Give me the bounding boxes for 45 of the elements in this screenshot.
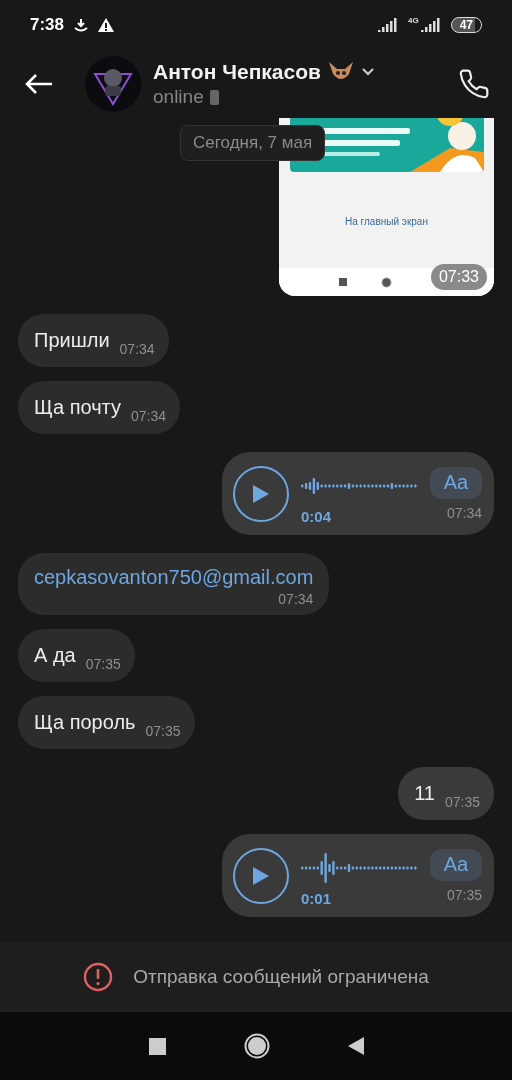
message-time: 07:35 xyxy=(446,886,482,903)
warning-icon xyxy=(98,18,115,32)
message-text: Пришли xyxy=(34,329,110,352)
message-time: 07:35 xyxy=(145,723,181,739)
message-text: 11 xyxy=(414,782,435,805)
status-time: 7:38 xyxy=(30,15,65,35)
play-icon xyxy=(252,865,270,886)
avatar[interactable] xyxy=(85,56,141,112)
chevron-down-icon[interactable] xyxy=(360,67,375,77)
message-text: А да xyxy=(34,644,76,667)
battery-level: 47 xyxy=(450,17,482,33)
alert-icon xyxy=(83,962,114,992)
back-icon[interactable] xyxy=(347,1037,364,1055)
signal-icon xyxy=(377,18,398,32)
online-status: online xyxy=(153,86,204,108)
message-time: 07:33 xyxy=(430,264,487,290)
transcribe-button[interactable]: Aa xyxy=(430,848,482,881)
message-time: 07:34 xyxy=(131,408,167,424)
recents-icon[interactable] xyxy=(148,1037,166,1055)
transcribe-button[interactable]: Aa xyxy=(430,466,482,499)
home-screen-link[interactable]: На главный экран xyxy=(345,216,428,227)
phone-device-icon xyxy=(209,89,219,105)
circle-icon xyxy=(381,276,392,288)
network-label: 4G xyxy=(407,17,419,25)
play-button[interactable] xyxy=(233,847,289,904)
voice-duration: 0:04 xyxy=(301,508,333,525)
square-icon xyxy=(339,278,347,286)
signal-icon xyxy=(420,18,441,32)
message-time: 07:34 xyxy=(446,504,482,521)
contact-name: Антон Чепкасов xyxy=(153,60,321,84)
message-time: 07:34 xyxy=(119,341,155,357)
message-time: 07:34 xyxy=(278,591,314,607)
message-time: 07:35 xyxy=(85,656,121,672)
restriction-notice: Отправка сообщений ограничена xyxy=(133,966,429,988)
back-icon[interactable] xyxy=(25,73,53,95)
call-icon[interactable] xyxy=(458,68,490,100)
message-text: Ща пороль xyxy=(34,711,136,734)
email-link[interactable]: cepkasovanton750@gmail.com xyxy=(34,566,314,589)
home-icon[interactable] xyxy=(243,1033,270,1059)
play-icon xyxy=(252,483,270,504)
voice-duration: 0:01 xyxy=(301,890,333,907)
play-button[interactable] xyxy=(233,465,289,522)
download-icon xyxy=(74,18,89,32)
message-text: Ща почту xyxy=(34,396,121,419)
message-time: 07:35 xyxy=(444,794,480,810)
